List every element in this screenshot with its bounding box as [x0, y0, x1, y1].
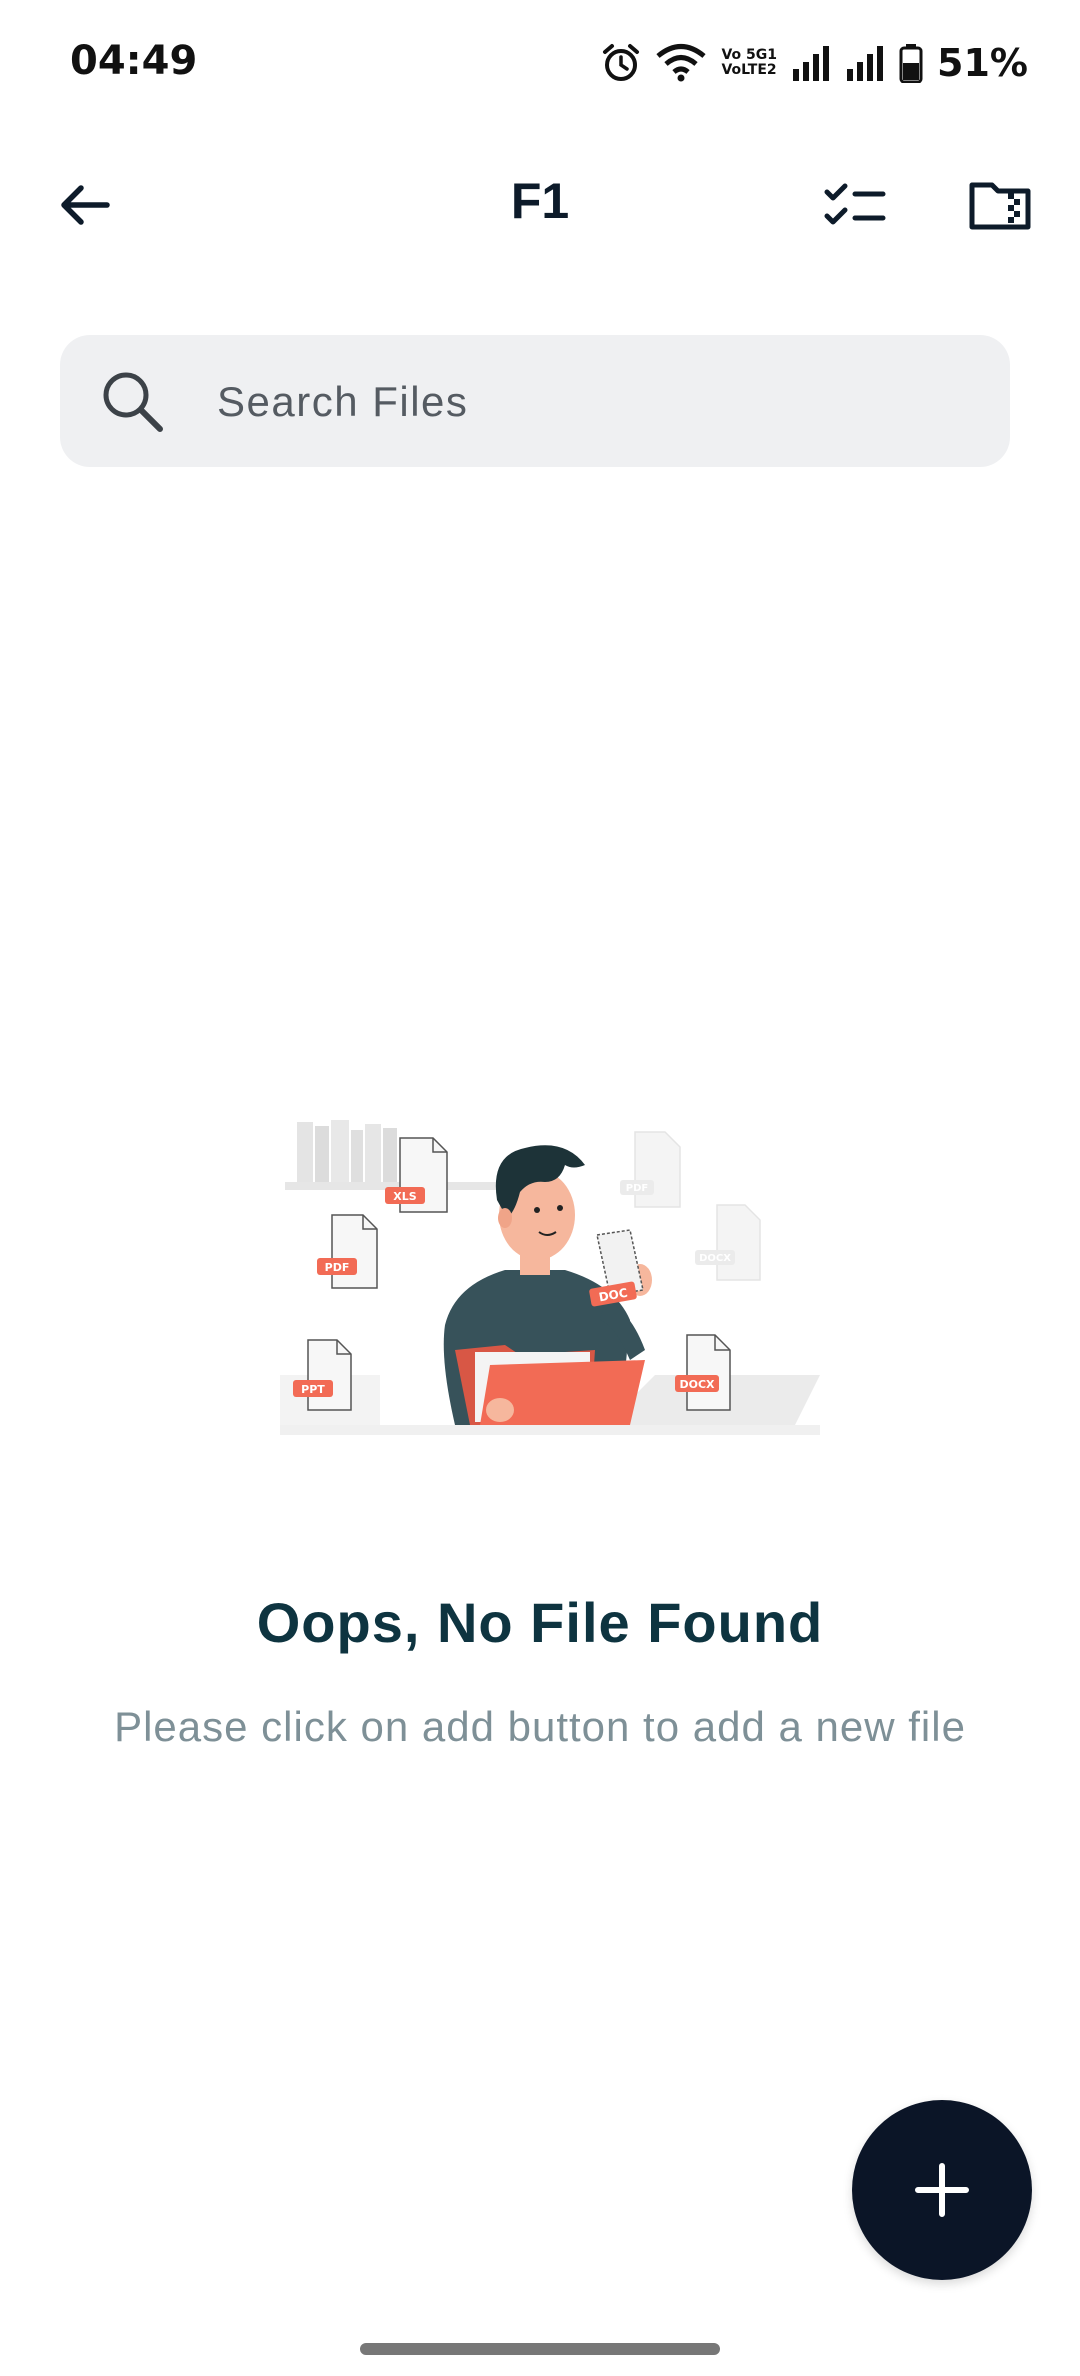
empty-state-message: Please click on add button to add a new …: [114, 1703, 966, 1750]
pdf-badge: PDF: [325, 1261, 350, 1274]
pdf-faded-document-icon: PDF: [620, 1131, 681, 1208]
docx-faded-badge: DOCX: [699, 1253, 731, 1264]
search-icon: [103, 372, 163, 432]
folder-zip-icon: [969, 182, 1031, 230]
status-bar: 04:49 Vo 5G1 VoLTE2 51%: [0, 0, 1080, 120]
ppt-badge: PPT: [301, 1383, 325, 1396]
page-title: F1: [510, 173, 570, 229]
empty-state-title: Oops, No File Found: [256, 1591, 824, 1654]
app-bar: F1: [0, 150, 1080, 260]
add-file-button[interactable]: [852, 2100, 1032, 2280]
wifi-icon: [655, 43, 707, 83]
select-button[interactable]: [810, 170, 900, 240]
search-bar[interactable]: [60, 335, 1010, 469]
doc-document-icon: DOC: [589, 1229, 644, 1307]
volte-bottom-text: VoLTE2: [721, 62, 777, 78]
docx-badge: DOCX: [679, 1378, 715, 1391]
battery-percent: 51%: [937, 41, 1028, 85]
alarm-icon: [601, 42, 641, 84]
battery-icon: [899, 43, 923, 83]
pdf-faded-badge: PDF: [626, 1183, 648, 1194]
signal-icon: [791, 43, 831, 83]
empty-state-illustration: XLS PDF PPT PDF DOCX DOCX DOC: [280, 1120, 820, 1435]
pdf-document-icon: PDF: [317, 1214, 378, 1289]
volte-top-text: Vo 5G1: [721, 47, 778, 63]
volte-indicator: Vo 5G1 VoLTE2: [721, 48, 777, 78]
plus-icon: [915, 2163, 969, 2217]
docx-faded-document-icon: DOCX: [695, 1204, 761, 1281]
folder-button[interactable]: [955, 168, 1045, 242]
xls-badge: XLS: [393, 1190, 416, 1203]
status-icons: Vo 5G1 VoLTE2 51%: [601, 38, 1028, 88]
checklist-icon: [824, 183, 886, 225]
signal-icon: [845, 43, 885, 83]
search-input[interactable]: [215, 335, 979, 469]
status-time: 04:49: [70, 38, 198, 84]
home-indicator[interactable]: [360, 2343, 720, 2355]
